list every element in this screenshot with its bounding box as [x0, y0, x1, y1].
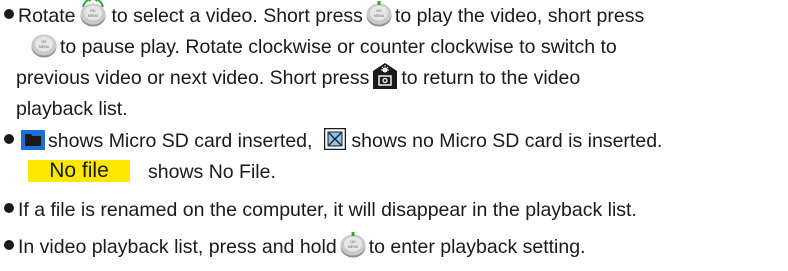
bullet-1-line-2: to pause play. Rotate clockwise or count…: [28, 31, 617, 61]
no-file-badge: No file: [28, 159, 130, 182]
bullet-2-line-2: No file shows No File.: [28, 156, 276, 186]
bullet-1-text-rotate: Rotate: [18, 4, 76, 27]
bullet-1-text-play: to play the video, short press: [394, 4, 645, 27]
rotary-knob-rotate-icon: [77, 0, 109, 28]
bullet-3-text: If a file is renamed on the computer, it…: [18, 198, 637, 221]
bullet-1-text-previous: previous video or next video. Short pres…: [16, 66, 370, 89]
rotary-knob-press-icon: [365, 0, 393, 27]
bullet-4-text-setting: to enter playback setting.: [368, 235, 586, 258]
bullet-dot: [4, 8, 14, 19]
bullet-1-text-list: playback list.: [16, 97, 128, 120]
bullet-dot: [4, 239, 14, 250]
bullet-4-line-1: In video playback list, press and hold to…: [0, 230, 586, 261]
bullet-1-line-4: playback list.: [16, 93, 128, 123]
bullet-1-text-pause: to pause play. Rotate clockwise or count…: [60, 35, 617, 58]
rotary-knob-icon: [30, 32, 58, 58]
bullet-2-text-missing: shows no Micro SD card is inserted.: [351, 129, 663, 152]
bullet-1-line-3: previous video or next video. Short pres…: [16, 62, 580, 92]
rotary-knob-press-icon: [339, 230, 367, 258]
sd-card-missing-icon: [324, 127, 347, 151]
bullet-3-line-1: If a file is renamed on the computer, it…: [0, 194, 637, 224]
bullet-dot: [4, 133, 14, 144]
sd-card-inserted-icon: [21, 129, 45, 150]
bullet-1-line-1: Rotate to select a video. Short press to p…: [0, 0, 644, 30]
home-return-icon: [372, 62, 398, 90]
bullet-1-text-return: to return to the video: [401, 66, 581, 89]
bullet-4-text-hold: In video playback list, press and hold: [18, 235, 337, 258]
bullet-1-text-select: to select a video. Short press: [111, 4, 363, 27]
bullet-2-text-inserted: shows Micro SD card inserted,: [48, 129, 313, 152]
bullet-dot: [4, 202, 14, 213]
bullet-2-line-1: shows Micro SD card inserted, shows no Mi…: [0, 125, 662, 155]
bullet-2-text-nofile: shows No File.: [148, 160, 276, 183]
instruction-page: Rotate to select a video. Short press to p…: [0, 0, 788, 271]
